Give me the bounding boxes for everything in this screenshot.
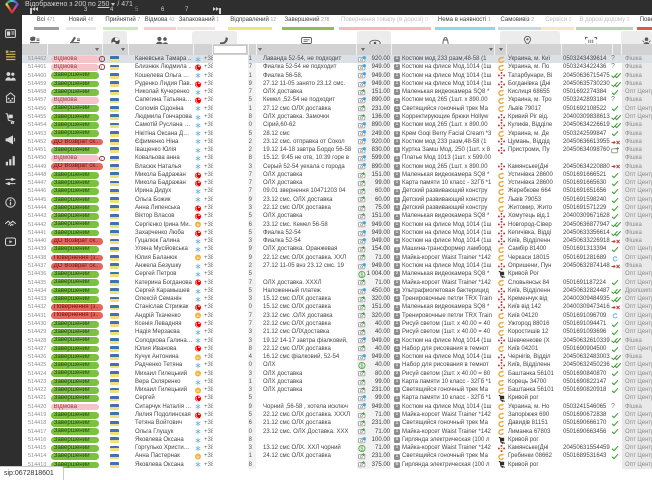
svg-text:lc: lc (197, 314, 200, 318)
svg-text:lc: lc (197, 455, 200, 459)
svg-text:lc: lc (197, 389, 200, 393)
svg-text:lc: lc (197, 356, 200, 360)
svg-text:lc: lc (197, 256, 200, 260)
svg-text:lc: lc (197, 372, 200, 376)
svg-text:lc: lc (197, 223, 200, 227)
